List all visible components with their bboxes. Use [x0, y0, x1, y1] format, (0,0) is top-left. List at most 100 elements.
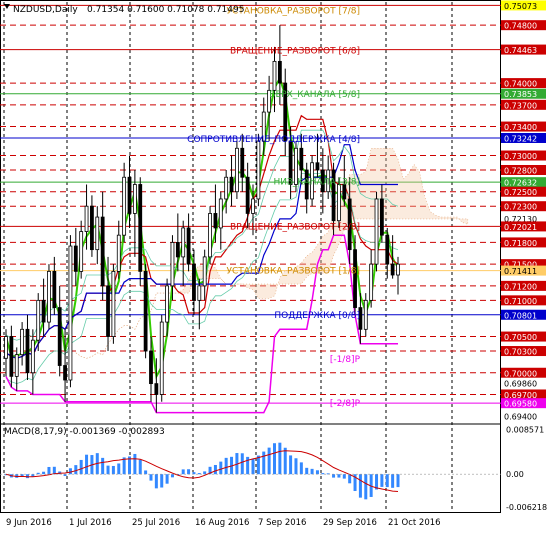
macd-bar [203, 471, 207, 475]
macd-bar [380, 474, 384, 487]
candle-body [111, 270, 116, 337]
candle-body [68, 245, 73, 381]
murrey-label: УСТАНОВКА_РАЗВОРОТ [7/8] [227, 7, 360, 17]
candle-body [95, 216, 100, 251]
macd-bar [310, 468, 314, 475]
date-label: 7 Sep 2016 [258, 518, 306, 528]
price-tag-label: 0.72500 [504, 188, 537, 197]
candle-body [122, 176, 127, 236]
macd-bar [251, 458, 255, 475]
candle-body [116, 234, 121, 272]
candle-body [36, 299, 41, 341]
price-tag-label: 0.74800 [504, 22, 537, 31]
price-tag-label: 0.72800 [504, 167, 537, 176]
price-tag-label: 0.72300 [504, 203, 537, 212]
candle-body [385, 234, 390, 265]
candle-body [315, 162, 320, 171]
price-tag-label: 0.70801 [504, 311, 537, 320]
price-tag-label: 0.71411 [504, 267, 537, 276]
candle-body [4, 336, 8, 359]
macd-bar [224, 457, 228, 475]
macd-bar [305, 467, 309, 475]
macd-bar [283, 447, 287, 475]
candle-body [208, 213, 212, 258]
candle-body [79, 231, 84, 272]
price-tag-label: 0.71200 [504, 282, 537, 291]
price-tag-label: 0.73000 [504, 152, 537, 161]
macd-bar [213, 464, 217, 475]
candle-body [127, 176, 132, 214]
date-label: 25 Jul 2016 [132, 518, 180, 528]
macd-bar [192, 472, 196, 475]
chart-window[interactable]: УСТАНОВКА_РАЗВОРОТ [7/8] ВРАЩЕНИЕ_РАЗВОРО… [0, 0, 552, 534]
price-tag-label: 0.72021 [504, 223, 537, 232]
macd-bar [299, 462, 303, 475]
murrey-label: ВРАЩЕНИЕ_РАЗВОРОТ [6/8] [230, 47, 360, 57]
symbol-title: NZDUSD,Daily [13, 5, 78, 15]
candle-body [245, 176, 250, 214]
candle-body [240, 147, 245, 178]
candle-body [229, 176, 234, 193]
candle-body [235, 147, 239, 193]
macd-label: MACD(8,17,9) -0.001369 -0.002893 [4, 427, 165, 437]
macd-bar [42, 471, 46, 475]
price-tag-label: 0.70500 [504, 333, 537, 342]
macd-bar [101, 457, 105, 475]
murrey-label: НИЗ_КАНАЛА [3/8] [273, 178, 360, 188]
candle-body [52, 270, 57, 308]
price-tag-label: 0.73700 [504, 101, 537, 110]
murrey-label: СОПРОТИВЛЕНИЕ_ПОДДЕРЖКА [4/8] [187, 135, 360, 145]
candle-body [41, 299, 46, 323]
macd-bar [289, 455, 293, 475]
candle-body [25, 328, 30, 374]
murrey-label: ПОДДЕРЖКА [0/8] [274, 311, 360, 321]
candle-body [20, 328, 25, 356]
macd-bar [170, 474, 174, 478]
candle-body [138, 184, 143, 272]
price-tag-label: 0.69580 [504, 400, 537, 409]
candle-body [337, 184, 341, 222]
murrey-label: ВЕРХ_КАНАЛА [5/8] [269, 90, 360, 100]
price-tag-label: 0.74463 [504, 46, 537, 55]
candle-body [90, 205, 94, 251]
candle-body [186, 227, 191, 265]
macd-bar [181, 469, 185, 475]
date-label: 9 Jun 2016 [6, 518, 52, 528]
candle-body [57, 307, 62, 366]
macd-bar [294, 458, 298, 475]
macd-bar [111, 465, 115, 475]
macd-bar [165, 474, 169, 484]
murrey-label: УСТАНОВКА_РАЗВОРОТ [1/8] [227, 267, 360, 277]
macd-bar [246, 456, 250, 475]
macd-bar [52, 466, 56, 475]
candle-body [165, 285, 169, 323]
candle-body [143, 270, 148, 352]
macd-bar [342, 474, 346, 479]
price-tag-label: 0.70300 [504, 348, 537, 357]
macd-axis-label: 0.00 [506, 470, 524, 479]
price-tag-label: 0.70000 [504, 369, 537, 378]
candle-body [299, 147, 304, 171]
macd-bar [117, 463, 121, 475]
macd-bar [278, 442, 282, 475]
macd-bar [68, 468, 72, 475]
date-label: 16 Aug 2016 [195, 518, 249, 528]
candle-body [175, 242, 180, 258]
candle-body [100, 216, 105, 287]
price-tag-label: 0.71000 [504, 297, 537, 306]
candle-body [218, 198, 223, 229]
macd-bar [262, 451, 266, 475]
ohlc-readout: 0.71354 0.71600 0.71078 0.71495 [87, 5, 244, 15]
candle-body [197, 285, 202, 301]
candle-body [379, 198, 384, 236]
candle-body [369, 263, 374, 301]
chart-header: NZDUSD,Daily 0.71354 0.71600 0.71078 0.7… [4, 4, 244, 15]
macd-bar [385, 474, 389, 488]
candle-body [213, 213, 218, 229]
macd-bar [74, 465, 78, 475]
candle-body [73, 245, 78, 272]
date-label: 21 Oct 2016 [388, 518, 441, 528]
candle-body [63, 365, 67, 381]
macd-bar [187, 469, 191, 475]
macd-bar [47, 466, 51, 475]
